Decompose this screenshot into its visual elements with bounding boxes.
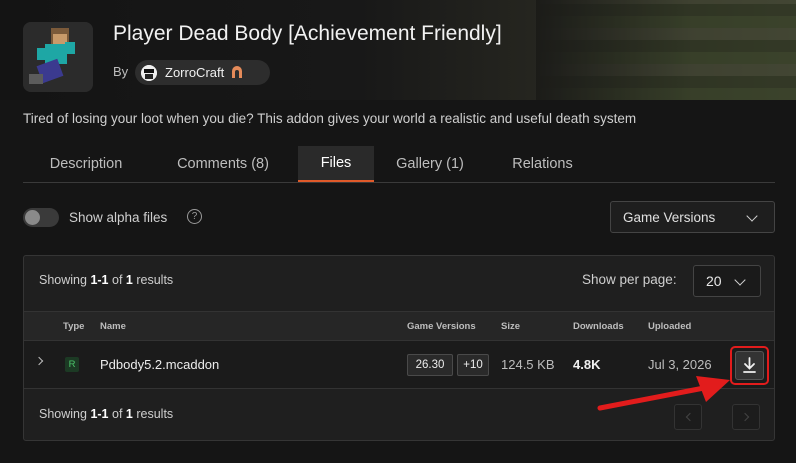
game-versions-label: Game Versions bbox=[623, 209, 716, 225]
project-title: Player Dead Body [Achievement Friendly] bbox=[113, 22, 502, 45]
tab-files[interactable]: Files bbox=[298, 146, 374, 182]
alpha-files-toggle[interactable] bbox=[23, 208, 59, 227]
tab-comments[interactable]: Comments (8) bbox=[163, 146, 283, 182]
download-icon bbox=[743, 357, 756, 373]
help-icon[interactable]: ? bbox=[187, 209, 202, 224]
chevron-down-icon bbox=[746, 210, 758, 222]
hero-background-art bbox=[536, 0, 796, 100]
col-type[interactable]: Type bbox=[63, 321, 84, 332]
project-tabs: Description Comments (8) Files Gallery (… bbox=[23, 146, 775, 183]
next-page-button[interactable] bbox=[732, 404, 760, 430]
download-count: 4.8K bbox=[573, 357, 601, 372]
hero-banner bbox=[0, 0, 796, 100]
alpha-files-label: Show alpha files bbox=[69, 210, 168, 225]
results-summary-bottom: Showing 1-1 of 1 results bbox=[39, 407, 174, 421]
project-description: Tired of losing your loot when you die? … bbox=[23, 111, 637, 126]
table-header: Type Name Game Versions Size Downloads U… bbox=[24, 311, 774, 341]
upload-date: Jul 3, 2026 bbox=[648, 357, 712, 372]
chevron-down-icon bbox=[734, 274, 746, 286]
game-version-badge: 26.30 bbox=[407, 354, 453, 376]
project-avatar bbox=[23, 22, 93, 92]
results-summary-top: Showing 1-1 of 1 results bbox=[39, 273, 174, 287]
per-page-label: Show per page: bbox=[582, 272, 677, 287]
by-label: By bbox=[113, 64, 129, 79]
game-versions-dropdown[interactable]: Game Versions bbox=[610, 201, 775, 233]
author-name[interactable]: ZorroCraft bbox=[165, 65, 224, 80]
chevron-right-icon bbox=[740, 412, 750, 422]
per-page-dropdown[interactable]: 20 bbox=[693, 265, 761, 297]
annotation-arrow bbox=[597, 376, 730, 411]
author-avatar bbox=[141, 64, 157, 81]
col-game-versions[interactable]: Game Versions bbox=[407, 321, 476, 332]
col-downloads[interactable]: Downloads bbox=[573, 321, 624, 332]
minecraft-character-icon bbox=[23, 22, 93, 92]
tab-relations[interactable]: Relations bbox=[495, 146, 590, 182]
tab-gallery[interactable]: Gallery (1) bbox=[385, 146, 475, 182]
per-page-value: 20 bbox=[706, 273, 722, 289]
col-name[interactable]: Name bbox=[100, 321, 126, 332]
col-uploaded[interactable]: Uploaded bbox=[648, 321, 691, 332]
download-button[interactable] bbox=[735, 351, 764, 380]
file-name[interactable]: Pdbody5.2.mcaddon bbox=[100, 357, 219, 372]
arch-badge-icon bbox=[231, 65, 243, 81]
chevron-right-icon[interactable] bbox=[34, 356, 44, 366]
tab-description[interactable]: Description bbox=[31, 146, 141, 182]
author-chip[interactable]: ZorroCraft bbox=[135, 60, 270, 85]
toggle-knob bbox=[25, 210, 40, 225]
file-size: 124.5 KB bbox=[501, 357, 555, 372]
col-size[interactable]: Size bbox=[501, 321, 520, 332]
more-versions-badge[interactable]: +10 bbox=[457, 354, 489, 376]
release-type-badge: R bbox=[65, 357, 79, 372]
